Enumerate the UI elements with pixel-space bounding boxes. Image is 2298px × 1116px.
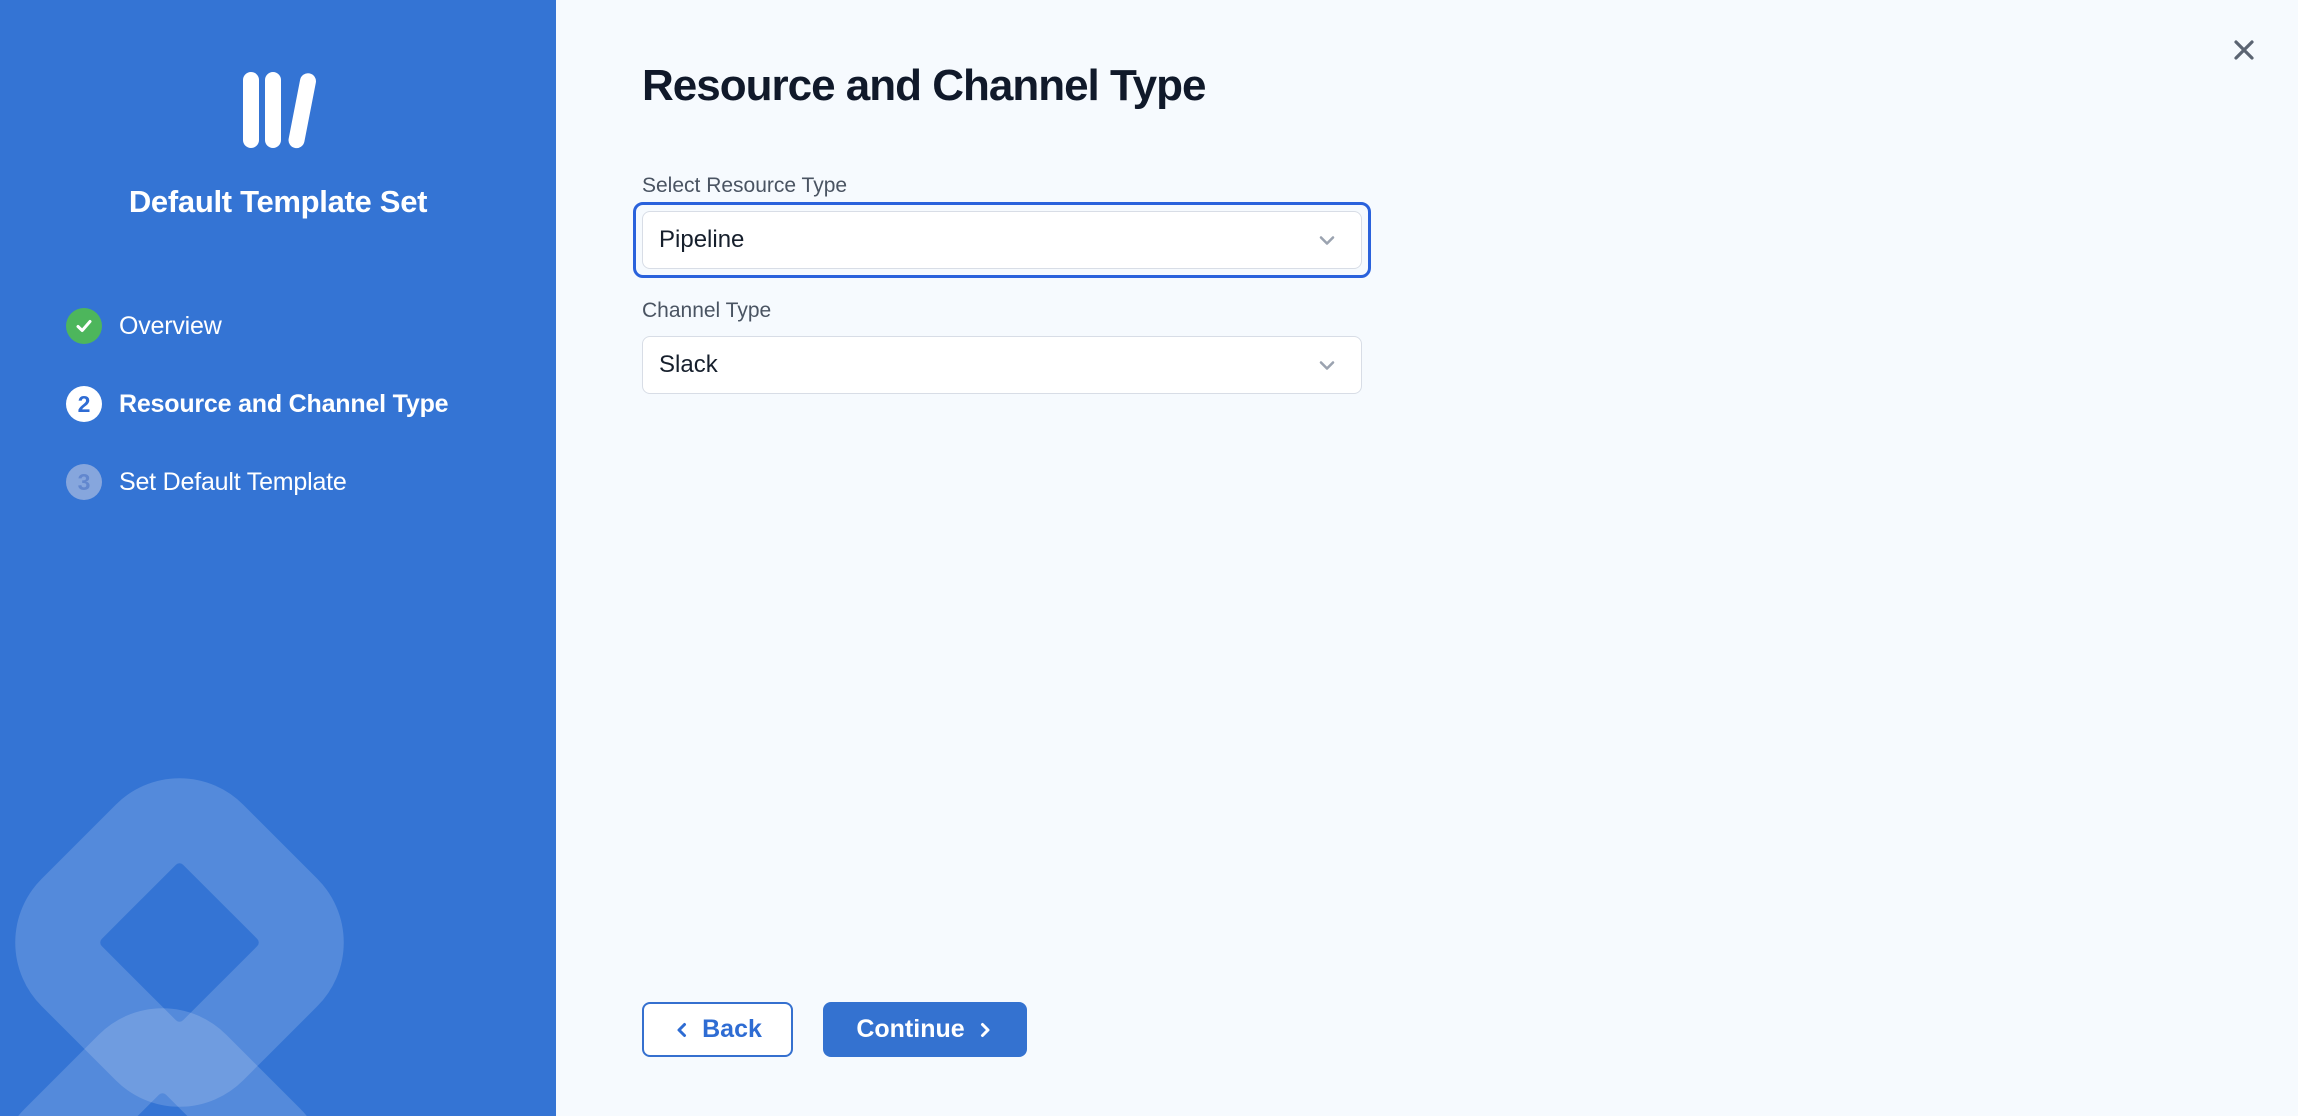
channel-type-select[interactable]: Slack	[642, 336, 1362, 394]
step-label: Overview	[119, 312, 222, 341]
resource-type-value: Pipeline	[659, 226, 744, 254]
continue-button[interactable]: Continue	[823, 1002, 1027, 1057]
channel-type-label: Channel Type	[642, 298, 2298, 323]
step-number-badge: 2	[66, 386, 102, 422]
app-logo-icon	[243, 72, 313, 148]
chevron-down-icon	[1315, 353, 1339, 377]
wizard-title: Default Template Set	[0, 184, 556, 220]
focus-ring: Pipeline	[633, 202, 1371, 278]
back-button[interactable]: Back	[642, 1002, 793, 1057]
step-number-badge: 3	[66, 464, 102, 500]
sidebar-step-overview[interactable]: Overview	[66, 308, 556, 344]
sidebar-step-resource-and-channel-type[interactable]: 2 Resource and Channel Type	[66, 386, 556, 422]
sidebar-step-set-default-template[interactable]: 3 Set Default Template	[66, 464, 556, 500]
chevron-right-icon	[976, 1021, 994, 1039]
wizard-sidebar: Default Template Set Overview 2 Resource…	[0, 0, 556, 1116]
page-title: Resource and Channel Type	[642, 64, 2298, 108]
continue-button-label: Continue	[856, 1015, 964, 1044]
close-icon	[2229, 35, 2259, 65]
step-label: Resource and Channel Type	[119, 390, 448, 419]
wizard-modal: Default Template Set Overview 2 Resource…	[0, 0, 2298, 1116]
resource-type-label: Select Resource Type	[642, 173, 2298, 198]
resource-type-select[interactable]: Pipeline	[642, 211, 1362, 269]
resource-type-field: Select Resource Type Pipeline	[642, 173, 2298, 269]
channel-type-field: Channel Type Slack	[642, 298, 2298, 394]
step-label: Set Default Template	[119, 468, 347, 497]
channel-type-value: Slack	[659, 351, 718, 379]
close-button[interactable]	[2224, 30, 2264, 70]
wizard-actions: Back Continue	[642, 1002, 1027, 1057]
back-button-label: Back	[702, 1015, 762, 1044]
check-icon	[66, 308, 102, 344]
wizard-content: Resource and Channel Type Select Resourc…	[556, 0, 2298, 1116]
chevron-left-icon	[673, 1021, 691, 1039]
wizard-step-list: Overview 2 Resource and Channel Type 3 S…	[0, 308, 556, 500]
chevron-down-icon	[1315, 228, 1339, 252]
